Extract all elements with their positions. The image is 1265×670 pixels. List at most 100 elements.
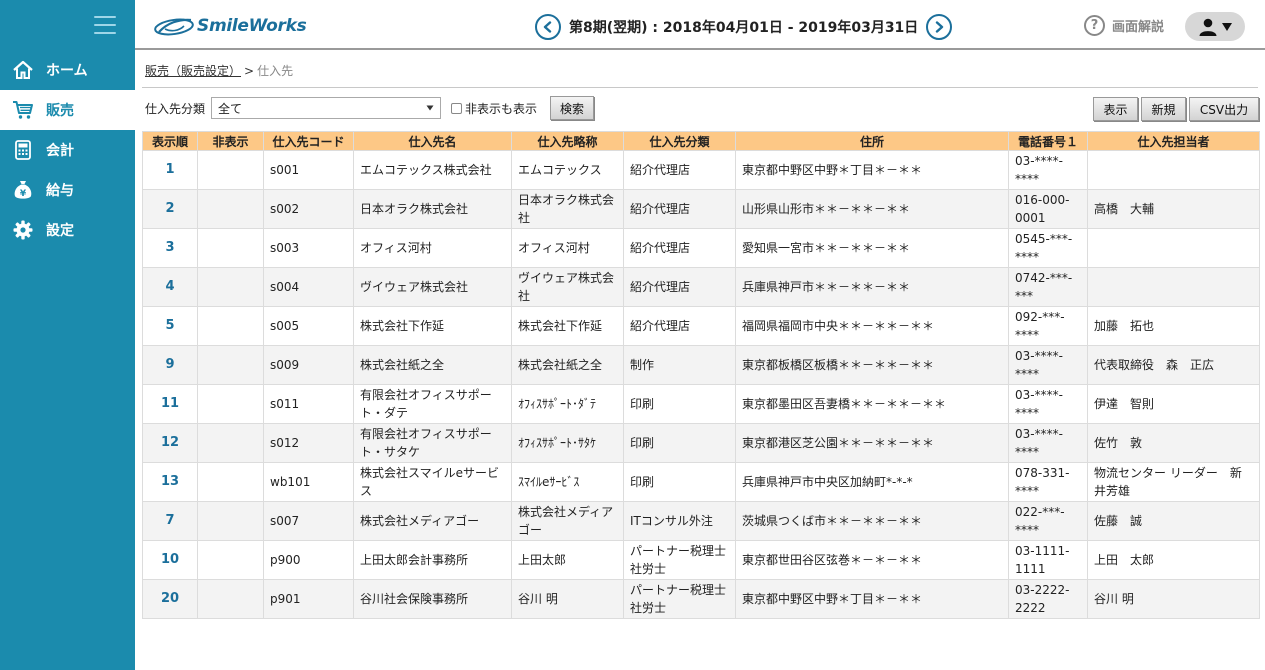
caret-down-icon <box>1221 22 1232 31</box>
table-row[interactable]: 4 s004 ヴイウェア株式会社 ヴイウェア株式会社 紹介代理店 兵庫県神戸市＊＊－＊＊－… <box>142 267 1260 307</box>
app-root: ホーム 販売 会計 ¥ 給与 設定 SmileWorks 第8期(翌期): 2… <box>0 0 1265 670</box>
table-row[interactable]: 12 s012 有限会社オフィスサポート・サタケ ｵﾌｨｽｻﾎﾟｰﾄ･ｻﾀｹ 印刷 東京都… <box>142 423 1260 463</box>
supplier-category-cell: 紹介代理店 <box>623 150 736 190</box>
column-header-supplier-code[interactable]: 仕入先コード <box>263 131 354 151</box>
display-order-link[interactable]: 5 <box>165 318 174 333</box>
supplier-short-name-cell: 株式会社メディアゴー <box>511 501 624 541</box>
table-row[interactable]: 10 p900 上田太郎会計事務所 上田太郎 パートナー税理士社労士 東京都世田谷区弦巻＊… <box>142 540 1260 580</box>
supplier-short-name-cell: 上田太郎 <box>511 540 624 580</box>
table-row[interactable]: 1 s001 エムコテックス株式会社 エムコテックス 紹介代理店 東京都中野区中野＊丁目＊… <box>142 150 1260 190</box>
column-header-display-order[interactable]: 表示順 <box>142 131 198 151</box>
new-button[interactable]: 新規 <box>1141 97 1186 121</box>
hidden-flag-cell <box>197 150 264 190</box>
display-order-link[interactable]: 2 <box>165 201 174 216</box>
phone-cell: 022-***-**** <box>1008 501 1088 541</box>
supplier-name-cell: 有限会社オフィスサポート・サタケ <box>353 423 512 463</box>
table-body: 1 s001 エムコテックス株式会社 エムコテックス 紹介代理店 東京都中野区中野＊丁目＊… <box>142 150 1260 619</box>
supplier-name-cell: ヴイウェア株式会社 <box>353 267 512 307</box>
phone-cell: 092-***-**** <box>1008 306 1088 346</box>
sidebar-item-payroll[interactable]: ¥ 給与 <box>0 170 135 210</box>
supplier-name-cell: 谷川社会保険事務所 <box>353 579 512 619</box>
display-order-link[interactable]: 7 <box>165 513 174 528</box>
user-menu-button[interactable] <box>1185 12 1245 41</box>
help-button[interactable]: ? 画面解説 <box>1084 15 1164 36</box>
search-button[interactable]: 検索 <box>550 96 594 120</box>
contact-person-cell: 谷川 明 <box>1087 579 1260 619</box>
hidden-flag-cell <box>197 189 264 229</box>
display-order-link[interactable]: 9 <box>165 357 174 372</box>
column-header-supplier-short-name[interactable]: 仕入先略称 <box>511 131 624 151</box>
logo-text: SmileWorks <box>197 16 307 36</box>
display-order-cell: 1 <box>142 150 198 190</box>
display-order-link[interactable]: 1 <box>165 162 174 177</box>
table-row[interactable]: 5 s005 株式会社下作延 株式会社下作延 紹介代理店 福岡県福岡市中央＊＊－＊＊－＊＊… <box>142 306 1260 346</box>
column-header-address[interactable]: 住所 <box>735 131 1009 151</box>
table-row[interactable]: 9 s009 株式会社紙之全 株式会社紙之全 制作 東京都板橋区板橋＊＊－＊＊－＊＊ 03-… <box>142 345 1260 385</box>
table-row[interactable]: 11 s011 有限会社オフィスサポート・ダテ ｵﾌｨｽｻﾎﾟｰﾄ･ﾀﾞﾃ 印刷 東京都墨… <box>142 384 1260 424</box>
hidden-flag-cell <box>197 384 264 424</box>
hidden-flag-cell <box>197 345 264 385</box>
display-order-link[interactable]: 13 <box>161 474 179 489</box>
display-order-cell: 7 <box>142 501 198 541</box>
sidebar-item-accounting[interactable]: 会計 <box>0 130 135 170</box>
column-header-supplier-name[interactable]: 仕入先名 <box>353 131 512 151</box>
supplier-name-cell: 株式会社メディアゴー <box>353 501 512 541</box>
display-order-cell: 20 <box>142 579 198 619</box>
display-order-link[interactable]: 11 <box>161 396 179 411</box>
display-order-link[interactable]: 12 <box>161 435 179 450</box>
display-order-link[interactable]: 3 <box>165 240 174 255</box>
supplier-category-cell: 印刷 <box>623 423 736 463</box>
category-select-value: 全て <box>218 101 243 116</box>
caret-down-icon <box>426 105 434 111</box>
table-row[interactable]: 3 s003 オフィス河村 オフィス河村 紹介代理店 愛知県一宮市＊＊－＊＊－＊＊ 0545… <box>142 228 1260 268</box>
next-period-button[interactable] <box>926 14 953 40</box>
address-cell: 兵庫県神戸市中央区加納町*-*-* <box>735 462 1009 502</box>
supplier-code-cell: s001 <box>263 150 354 190</box>
contact-person-cell: 代表取締役 森 正広 <box>1087 345 1260 385</box>
supplier-table-wrapper: 表示順 非表示 仕入先コード 仕入先名 仕入先略称 仕入先分類 住所 電話番号１… <box>142 131 1260 619</box>
supplier-code-cell: s012 <box>263 423 354 463</box>
hamburger-menu-icon[interactable] <box>94 16 116 34</box>
prev-period-button[interactable] <box>535 14 561 40</box>
breadcrumb-separator: > <box>244 64 255 78</box>
column-header-contact-person[interactable]: 仕入先担当者 <box>1087 131 1260 151</box>
table-header-row: 表示順 非表示 仕入先コード 仕入先名 仕入先略称 仕入先分類 住所 電話番号１… <box>142 131 1260 151</box>
calculator-icon <box>0 140 46 160</box>
cart-icon <box>0 100 46 120</box>
table-row[interactable]: 20 p901 谷川社会保険事務所 谷川 明パートナー税理士社労士 東京都中野区中野＊丁… <box>142 579 1260 619</box>
csv-export-button[interactable]: CSV出力 <box>1189 97 1259 121</box>
display-order-link[interactable]: 10 <box>161 552 179 567</box>
breadcrumb-link-sales-settings[interactable]: 販売（販売設定） <box>145 64 241 78</box>
phone-cell: 03-1111-1111 <box>1008 540 1088 580</box>
supplier-code-cell: p900 <box>263 540 354 580</box>
supplier-code-cell: s004 <box>263 267 354 307</box>
contact-person-cell: 佐竹 敦 <box>1087 423 1260 463</box>
table-row[interactable]: 2 s002 日本オラク株式会社 日本オラク株式会社 紹介代理店 山形県山形市＊＊－＊＊－… <box>142 189 1260 229</box>
hidden-flag-cell <box>197 423 264 463</box>
question-icon: ? <box>1084 15 1105 36</box>
address-cell: 東京都中野区中野＊丁目＊－＊＊ <box>735 579 1009 619</box>
display-order-link[interactable]: 4 <box>165 279 174 294</box>
category-filter-label: 仕入先分類 <box>145 101 206 116</box>
address-cell: 東京都世田谷区弦巻＊－＊－＊＊ <box>735 540 1009 580</box>
sidebar-item-sales[interactable]: 販売 <box>0 90 135 130</box>
column-header-phone[interactable]: 電話番号１ <box>1008 131 1088 151</box>
logo[interactable]: SmileWorks <box>153 13 307 39</box>
table-row[interactable]: 7 s007 株式会社メディアゴー 株式会社メディアゴー ITコンサル外注 茨城県つくば市… <box>142 501 1260 541</box>
show-hidden-checkbox[interactable]: 非表示も表示 <box>451 100 537 117</box>
supplier-category-cell: ITコンサル外注 <box>623 501 736 541</box>
supplier-category-cell: 印刷 <box>623 384 736 424</box>
category-select[interactable]: 全て <box>211 97 442 119</box>
contact-person-cell: 物流センター リーダー 新井芳雄 <box>1087 462 1260 502</box>
checkbox-box[interactable] <box>451 102 463 114</box>
column-header-hidden[interactable]: 非表示 <box>197 131 264 151</box>
column-header-supplier-category[interactable]: 仕入先分類 <box>623 131 736 151</box>
supplier-name-cell: 上田太郎会計事務所 <box>353 540 512 580</box>
supplier-short-name-cell: ｽﾏｲﾙeｻｰﾋﾞｽ <box>511 462 624 502</box>
show-button[interactable]: 表示 <box>1093 97 1138 121</box>
sidebar-item-settings[interactable]: 設定 <box>0 210 135 250</box>
sidebar-item-home[interactable]: ホーム <box>0 50 135 90</box>
supplier-name-cell: 株式会社紙之全 <box>353 345 512 385</box>
table-row[interactable]: 13 wb101 株式会社スマイルeサービス ｽﾏｲﾙeｻｰﾋﾞｽ 印刷 兵庫県神戸市中央… <box>142 462 1260 502</box>
display-order-link[interactable]: 20 <box>161 591 179 606</box>
